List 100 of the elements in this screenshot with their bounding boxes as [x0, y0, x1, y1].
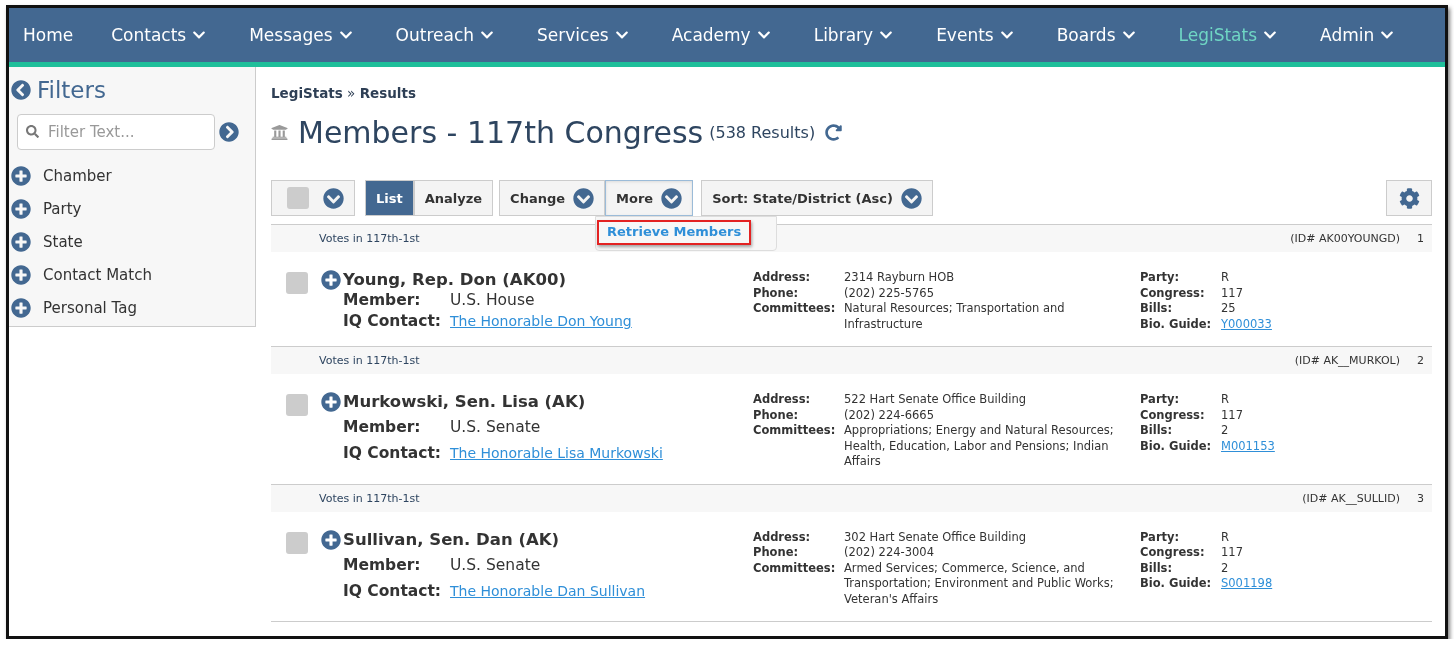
building-icon — [271, 124, 288, 141]
nav-item[interactable]: Boards — [1042, 25, 1150, 45]
result-count: (538 Results) — [709, 123, 816, 142]
fact-value: 117 — [1221, 285, 1243, 301]
record-number: 2 — [1416, 354, 1424, 367]
field-label: Member: — [343, 554, 422, 576]
field-value: 522 Hart Senate Office Building — [844, 392, 1028, 408]
refresh-icon[interactable] — [825, 124, 843, 141]
member-name: Murkowski, Sen. Lisa (AK) — [343, 392, 587, 412]
field-label: Address: — [753, 392, 812, 408]
view-tab[interactable]: Analyze — [413, 180, 494, 216]
field-label: Member: — [343, 417, 422, 439]
fact-value: 25 — [1221, 301, 1236, 317]
filters-title: Filters — [37, 77, 106, 103]
dropdown-button[interactable]: More — [605, 180, 694, 216]
plus-icon — [11, 199, 31, 219]
member-name: Sullivan, Sen. Dan (AK) — [343, 529, 561, 550]
contact-link[interactable]: The Honorable Don Young — [450, 313, 632, 329]
checkbox[interactable] — [286, 531, 308, 554]
chevron-down-icon — [900, 187, 922, 209]
fact-value: 117 — [1221, 545, 1243, 561]
settings-button[interactable] — [1386, 180, 1432, 216]
nav-item[interactable]: Academy — [657, 25, 785, 45]
member-chamber: U.S. Senate — [450, 555, 542, 574]
record-number: 1 — [1416, 232, 1424, 245]
filter-item[interactable]: State — [11, 232, 255, 252]
select-all-dropdown[interactable] — [271, 180, 355, 216]
record-number: 3 — [1416, 491, 1424, 505]
go-icon[interactable] — [219, 122, 239, 142]
plus-icon — [11, 166, 31, 186]
filter-item[interactable]: Personal Tag — [11, 298, 255, 318]
fact-value: R — [1221, 529, 1229, 545]
sort-dropdown[interactable]: Sort: State/District (Asc) — [701, 180, 933, 216]
nav-item[interactable]: Outreach — [381, 25, 508, 45]
plus-icon — [11, 265, 31, 285]
breadcrumb: LegiStats » Results — [271, 84, 417, 101]
field-label: IQ Contact: — [343, 311, 443, 332]
field-label: Bills: — [1140, 301, 1174, 317]
contact-link[interactable]: The Honorable Dan Sullivan — [450, 582, 646, 599]
dropdown-button[interactable]: Change — [499, 180, 606, 216]
bio-guide-link[interactable]: Y000033 — [1221, 316, 1432, 332]
field-label: Bills: — [1140, 423, 1174, 439]
filter-search-field[interactable]: Filter Text... — [17, 114, 215, 150]
bio-guide-link[interactable]: S001198 — [1221, 576, 1432, 592]
field-value: Natural Resources; Transportation and Infrastructure — [844, 301, 1066, 332]
field-value: 2314 Rayburn HOB — [844, 270, 956, 286]
field-label: Phone: — [753, 407, 800, 423]
field-label: Address: — [753, 270, 812, 286]
nav-item[interactable]: Messages — [235, 25, 367, 45]
field-label: Phone: — [753, 545, 800, 561]
votes-label: Votes in 117th-1st — [319, 491, 420, 505]
member-name: Young, Rep. Don (AK00) — [343, 270, 567, 290]
checkbox[interactable] — [286, 394, 308, 416]
field-label: IQ Contact: — [343, 443, 443, 465]
field-label: Congress: — [1140, 407, 1206, 423]
field-value: 302 Hart Senate Office Building — [844, 529, 1028, 545]
nav-item[interactable]: Home — [9, 25, 88, 45]
filter-item[interactable]: Contact Match — [11, 265, 255, 285]
votes-label: Votes in 117th-1st — [319, 354, 420, 367]
field-label: Congress: — [1140, 285, 1206, 301]
nav-item[interactable]: Services — [523, 25, 643, 45]
nav-item[interactable]: LegiStats — [1164, 25, 1292, 45]
collapse-icon[interactable] — [11, 80, 31, 100]
chevron-down-icon — [323, 187, 344, 209]
field-label: Committees: — [753, 560, 837, 577]
nav-item[interactable]: Events — [922, 25, 1028, 45]
fact-value: 2 — [1221, 560, 1229, 576]
field-value: Armed Services; Commerce, Science, and Transportation; Environment and Public Works; Veteran's Affairs — [844, 560, 1115, 607]
field-label: Member: — [343, 290, 422, 311]
filter-item[interactable]: Chamber — [11, 166, 255, 186]
fact-value: 117 — [1221, 407, 1243, 423]
votes-label: Votes in 117th-1st — [319, 232, 420, 245]
chevron-down-icon — [661, 187, 683, 209]
record-id: (ID# AK__SULLID) — [1302, 491, 1400, 505]
chevron-down-icon — [573, 187, 595, 209]
plus-icon — [11, 298, 31, 318]
field-value: (202) 225-5765 — [844, 285, 935, 301]
view-tab[interactable]: List — [365, 180, 414, 216]
field-label: Congress: — [1140, 545, 1206, 561]
record-id: (ID# AK00YOUNGD) — [1290, 232, 1400, 245]
field-label: Party: — [1140, 529, 1181, 545]
field-label: Committees: — [753, 423, 837, 439]
filter-item[interactable]: Party — [11, 199, 255, 219]
plus-icon — [11, 232, 31, 252]
bio-guide-link[interactable]: M001153 — [1221, 438, 1432, 454]
field-label: Party: — [1140, 392, 1181, 408]
checkbox[interactable] — [286, 272, 308, 294]
nav-item[interactable]: Contacts — [97, 25, 221, 45]
checkbox[interactable] — [287, 187, 309, 209]
field-label: Bio. Guide: — [1140, 438, 1213, 454]
nav-item[interactable]: Library — [799, 25, 908, 45]
member-chamber: U.S. Senate — [450, 418, 542, 437]
fact-value: 2 — [1221, 423, 1229, 439]
field-label: IQ Contact: — [343, 580, 443, 602]
field-value: Appropriations; Energy and Natural Resources; Health, Education, Labor and Pensions; Indian Affairs — [844, 423, 1115, 470]
nav-item[interactable]: Admin — [1306, 25, 1409, 45]
contact-link[interactable]: The Honorable Lisa Murkowski — [450, 445, 663, 462]
field-label: Bio. Guide: — [1140, 576, 1213, 592]
menu-item[interactable]: Retrieve Members — [597, 220, 752, 245]
field-label: Address: — [753, 529, 812, 545]
